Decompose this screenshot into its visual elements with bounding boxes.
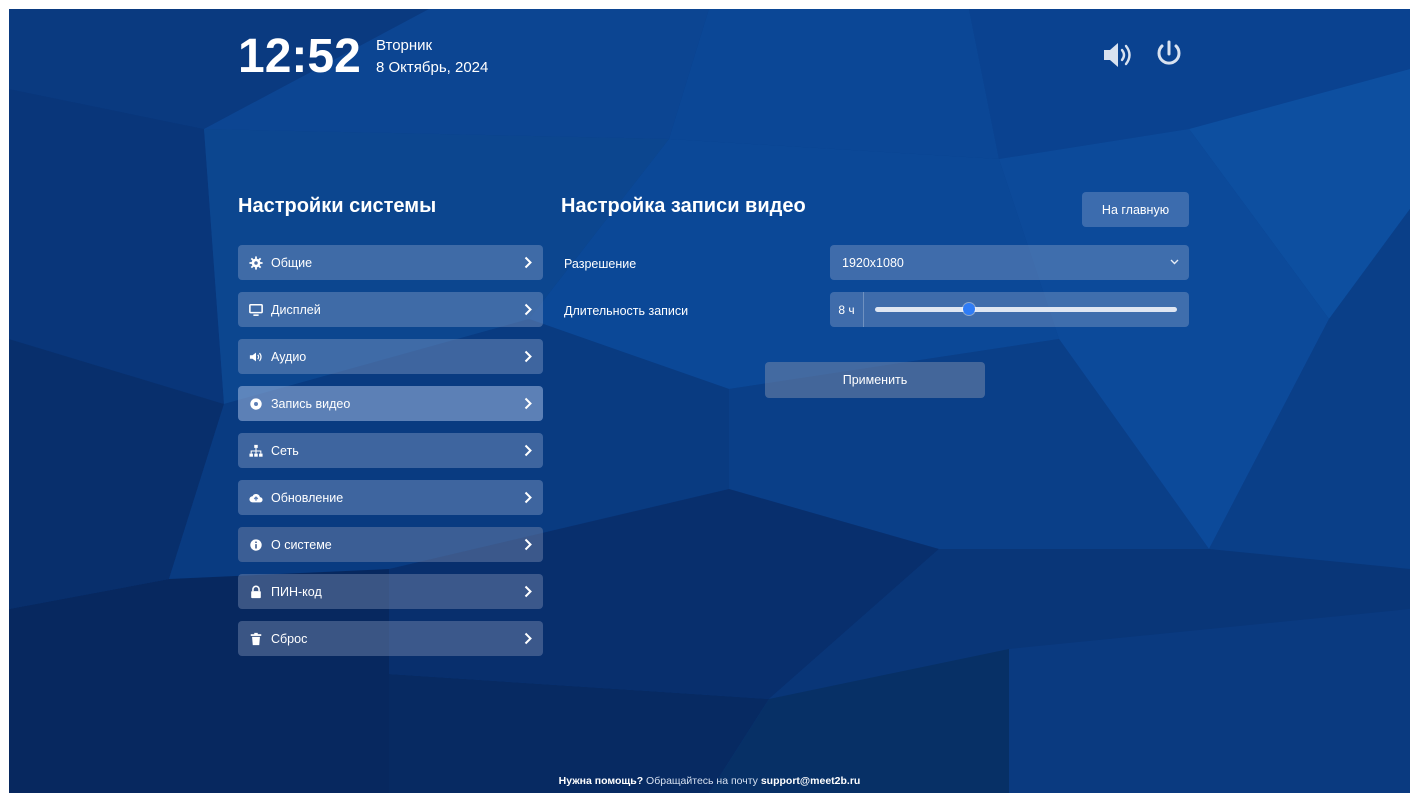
chevron-right-icon [524, 444, 532, 457]
apply-button[interactable]: Применить [765, 362, 985, 398]
volume-button[interactable] [1101, 37, 1137, 73]
chevron-right-icon [524, 632, 532, 645]
resolution-select[interactable]: 1920x1080 [830, 245, 1189, 280]
duration-label: Длительность записи [564, 304, 689, 318]
sidebar-item-video-recording[interactable]: Запись видео [238, 386, 543, 421]
sidebar-item-audio[interactable]: Аудио [238, 339, 543, 374]
speaker-icon [1104, 43, 1131, 67]
footer-help-prefix: Нужна помощь? [558, 775, 644, 787]
sidebar-item-label: Аудио [271, 349, 307, 364]
clock-date: 8 Октябрь, 2024 [376, 59, 489, 76]
sidebar-item-display[interactable]: Дисплей [238, 292, 543, 327]
home-button[interactable]: На главную [1082, 192, 1189, 227]
clock-time: 12:52 [238, 30, 361, 83]
chevron-down-icon [1170, 259, 1179, 265]
cloud-upload-icon [249, 491, 263, 505]
footer-help-text: Обращайтесь на почту [643, 775, 761, 787]
chevron-right-icon [524, 397, 532, 410]
footer-help: Нужна помощь? Обращайтесь на почту suppo… [9, 775, 1410, 787]
sidebar-item-label: О системе [271, 537, 332, 552]
sidebar-item-label: Обновление [271, 490, 344, 505]
chevron-right-icon [524, 256, 532, 269]
sidebar-item-update[interactable]: Обновление [238, 480, 543, 515]
sidebar-item-network[interactable]: Сеть [238, 433, 543, 468]
sidebar-item-label: Сброс [271, 631, 308, 646]
resolution-label: Разрешение [564, 257, 637, 271]
chevron-right-icon [524, 491, 532, 504]
sidebar-item-label: Дисплей [271, 302, 321, 317]
speaker-icon [249, 350, 263, 364]
panel-title: Настройка записи видео [561, 195, 806, 217]
sidebar-item-reset[interactable]: Сброс [238, 621, 543, 656]
record-icon [249, 397, 263, 411]
monitor-icon [249, 303, 263, 317]
duration-value: 8 ч [830, 292, 864, 327]
duration-slider-thumb[interactable] [962, 303, 975, 315]
gear-icon [249, 255, 263, 270]
sidebar-item-about[interactable]: О системе [238, 527, 543, 562]
duration-control: 8 ч [830, 292, 1189, 327]
sidebar-item-label: Запись видео [271, 396, 351, 411]
lock-icon [249, 585, 263, 599]
clock-weekday: Вторник [376, 37, 433, 54]
power-button[interactable] [1151, 37, 1187, 73]
sidebar-item-label: ПИН-код [271, 584, 322, 599]
sidebar-item-label: Сеть [271, 443, 299, 458]
network-icon [249, 444, 263, 458]
power-icon [1157, 40, 1181, 65]
chevron-right-icon [524, 303, 532, 316]
screen: 12:52 Вторник 8 Октябрь, 2024 Настройки … [9, 9, 1410, 793]
info-icon [249, 538, 263, 552]
chevron-right-icon [524, 585, 532, 598]
sidebar-item-label: Общие [271, 255, 313, 270]
sidebar-item-pin[interactable]: ПИН-код [238, 574, 543, 609]
duration-slider-track[interactable] [875, 307, 1177, 312]
background-pattern [9, 9, 1410, 793]
chevron-right-icon [524, 538, 532, 551]
support-email-link[interactable]: support@meet2b.ru [761, 775, 861, 787]
resolution-value: 1920x1080 [842, 255, 904, 270]
sidebar-title: Настройки системы [238, 195, 437, 217]
chevron-right-icon [524, 350, 532, 363]
sidebar-item-general[interactable]: Общие [238, 245, 543, 280]
trash-icon [249, 632, 263, 646]
